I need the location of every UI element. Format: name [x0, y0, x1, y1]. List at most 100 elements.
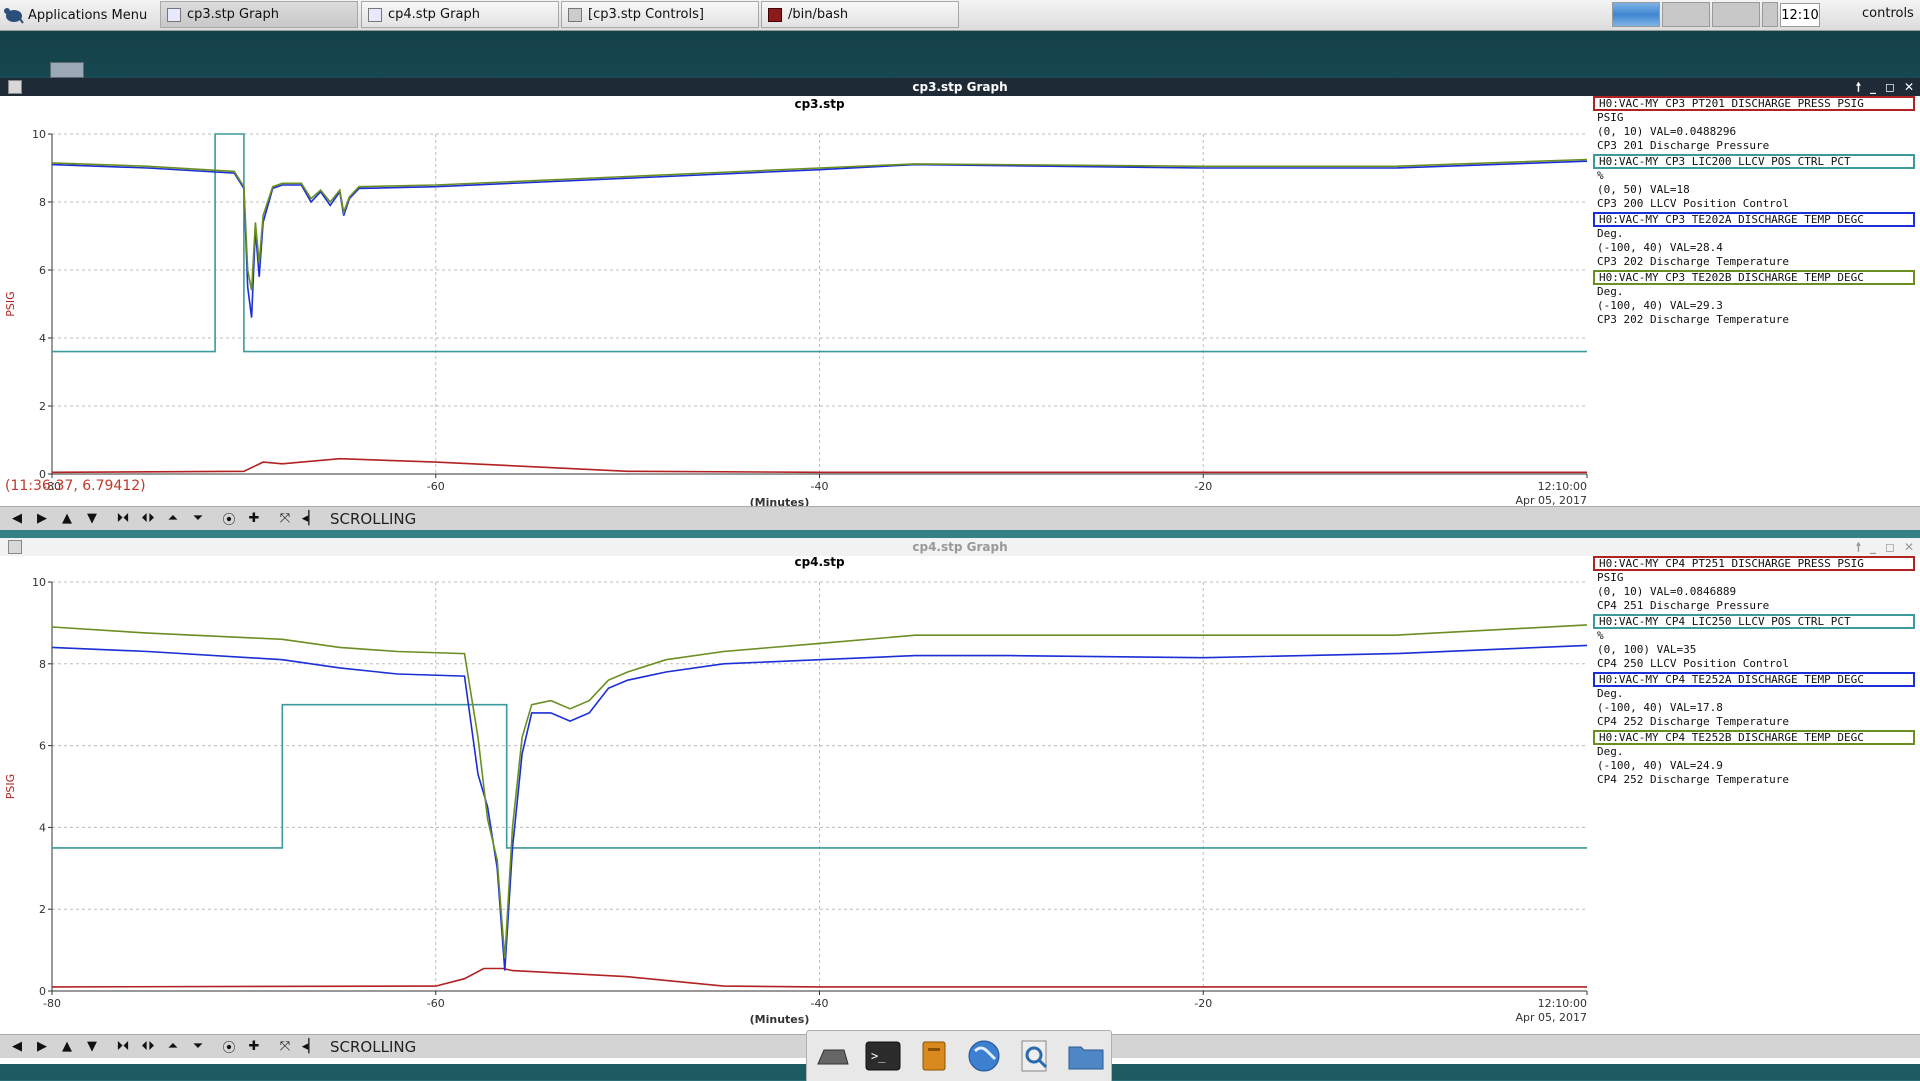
legend-unit: PSIG	[1597, 571, 1624, 584]
task-label: cp4.stp Graph	[388, 7, 480, 22]
web-browser-icon[interactable]	[964, 1036, 1004, 1076]
window-shade-icon[interactable]: 🠕	[1856, 538, 1861, 556]
plot-area[interactable]: cp4.stp 0 2 4 6 8 10 -80 -60 -40 -20 12:10:00 Apr 05…	[0, 555, 1920, 1040]
desktop-folder-icon[interactable]	[50, 62, 84, 78]
arrow-up-icon[interactable]: ▲	[56, 1037, 78, 1057]
zoom-x-out-icon[interactable]: ⏴⏵	[137, 1037, 159, 1057]
record-icon[interactable]: ⦿	[218, 509, 240, 529]
workspace-2[interactable]	[1662, 2, 1710, 27]
y-tick-label: 10	[32, 128, 46, 141]
legend-unit: %	[1597, 629, 1604, 642]
arrow-up-icon[interactable]: ▲	[56, 509, 78, 529]
legend-unit: Deg.	[1597, 687, 1624, 700]
window-title: cp4.stp Graph	[912, 540, 1008, 554]
window-minimize-icon[interactable]: _	[1870, 538, 1876, 556]
cursor-readout: (11:36:37, 6.79412)	[5, 478, 146, 494]
zoom-x-in-icon[interactable]: ⏵⏴	[112, 1037, 134, 1057]
workspace-1[interactable]	[1612, 2, 1660, 27]
plot-title: cp3.stp	[794, 97, 844, 111]
search-icon[interactable]	[1015, 1036, 1055, 1076]
window-shade-icon[interactable]: 🠕	[1856, 78, 1861, 96]
crosshair-icon[interactable]: ✚	[243, 1037, 265, 1057]
legend-tag-2[interactable]: H0:VAC-MY_CP4_TE252A_DISCHARGE_TEMP_DEGC	[1593, 672, 1915, 687]
controls-window-icon	[568, 7, 582, 22]
task-bin-bash[interactable]: /bin/bash	[761, 1, 959, 28]
legend-tag-0[interactable]: H0:VAC-MY_CP4_PT251_DISCHARGE_PRESS_PSIG	[1593, 556, 1915, 571]
graph-window-icon	[368, 7, 382, 22]
legend-tag-0[interactable]: H0:VAC-MY_CP3_PT201_DISCHARGE_PRESS_PSIG	[1593, 96, 1915, 111]
legend-description: CP4 251 Discharge Pressure	[1597, 599, 1770, 612]
legend-description: CP3 202 Discharge Temperature	[1597, 255, 1790, 268]
window-maximize-icon[interactable]: ◻	[1885, 78, 1895, 96]
autoscale-icon[interactable]: ⤧	[274, 1037, 296, 1057]
window-titlebar[interactable]: cp3.stp Graph 🠕 _ ◻ ✕	[0, 78, 1920, 96]
task-cp4-graph[interactable]: cp4.stp Graph	[361, 1, 559, 28]
show-desktop-icon[interactable]	[812, 1036, 852, 1076]
y-tick-label: 4	[39, 332, 46, 345]
terminal-icon[interactable]: >_	[863, 1036, 903, 1076]
arrow-right-icon[interactable]: ▶	[31, 1037, 53, 1057]
window-menu-icon[interactable]	[8, 540, 22, 554]
task-label: /bin/bash	[788, 7, 849, 22]
date-label: Apr 05, 2017	[1515, 1011, 1587, 1024]
legend-description: CP3 202 Discharge Temperature	[1597, 313, 1790, 326]
arrow-down-icon[interactable]: ▼	[81, 509, 103, 529]
window-maximize-icon[interactable]: ◻	[1885, 538, 1895, 556]
legend-tag-3[interactable]: H0:VAC-MY_CP3_TE202B_DISCHARGE_TEMP_DEGC	[1593, 270, 1915, 285]
graph-window-icon	[167, 7, 181, 22]
legend-unit: Deg.	[1597, 285, 1624, 298]
plot-area[interactable]: cp3.stp 0 2 4 6 8 10 -80 -60 -40 -20 12:10:00 Apr 05…	[0, 96, 1920, 509]
applications-menu-label: Applications Menu	[28, 7, 148, 23]
zoom-y-in-icon[interactable]: ⏶	[162, 1037, 184, 1057]
file-manager-icon[interactable]	[914, 1036, 954, 1076]
task-cp3-graph[interactable]: cp3.stp Graph	[160, 1, 358, 28]
legend-range: (-100, 40) VAL=29.3	[1597, 299, 1723, 312]
legend-unit: PSIG	[1597, 111, 1624, 124]
workspace-3[interactable]	[1712, 2, 1760, 27]
legend-tag-1[interactable]: H0:VAC-MY_CP4_LIC250_LLCV_POS_CTRL_PCT	[1593, 614, 1915, 629]
autoscale-icon[interactable]: ⤧	[274, 509, 296, 529]
x-tick-label: 12:10:00	[1538, 997, 1587, 1010]
bottom-dock: >_	[806, 1030, 1112, 1081]
window-titlebar[interactable]: cp4.stp Graph 🠕 _ ◻ ✕	[0, 538, 1920, 556]
y-tick-label: 6	[39, 264, 46, 277]
x-axis-label: (Minutes)	[750, 1013, 810, 1026]
zoom-y-out-icon[interactable]: ⏷	[187, 1037, 209, 1057]
zoom-x-in-icon[interactable]: ⏵⏴	[112, 509, 134, 529]
window-close-icon[interactable]: ✕	[1904, 78, 1914, 96]
legend-description: CP4 252 Discharge Temperature	[1597, 715, 1790, 728]
x-tick-label: -20	[1194, 480, 1212, 493]
applications-menu-button[interactable]: Applications Menu	[2, 3, 153, 27]
window-close-icon[interactable]: ✕	[1904, 538, 1914, 556]
folder-icon[interactable]	[1066, 1036, 1106, 1076]
stripchart-cp4[interactable]: cp4.stp0246810-80 -60 -40 -20 12:10:00Apr 05…	[0, 555, 1590, 1040]
task-label: [cp3.stp Controls]	[588, 7, 704, 22]
arrow-left-icon[interactable]: ◀	[6, 1037, 28, 1057]
window-minimize-icon[interactable]: _	[1870, 78, 1876, 96]
window-menu-icon[interactable]	[8, 80, 22, 94]
back-icon[interactable]: ◂▏	[299, 509, 321, 529]
task-cp3-controls[interactable]: [cp3.stp Controls]	[561, 1, 759, 28]
panel-username[interactable]: controls	[1862, 6, 1914, 21]
panel-clock[interactable]: 12:10	[1780, 3, 1820, 27]
y-tick-label: 8	[39, 658, 46, 671]
y-tick-label: 2	[39, 903, 46, 916]
x-tick-label: 12:10:00	[1538, 480, 1587, 493]
arrow-left-icon[interactable]: ◀	[6, 509, 28, 529]
legend-tag-1[interactable]: H0:VAC-MY_CP3_LIC200_LLCV_POS_CTRL_PCT	[1593, 154, 1915, 169]
arrow-right-icon[interactable]: ▶	[31, 509, 53, 529]
back-icon[interactable]: ◂▏	[299, 1037, 321, 1057]
legend-range: (-100, 40) VAL=28.4	[1597, 241, 1723, 254]
legend-tag-3[interactable]: H0:VAC-MY_CP4_TE252B_DISCHARGE_TEMP_DEGC	[1593, 730, 1915, 745]
legend-description: CP3 201 Discharge Pressure	[1597, 139, 1770, 152]
crosshair-icon[interactable]: ✚	[243, 509, 265, 529]
zoom-y-out-icon[interactable]: ⏷	[187, 509, 209, 529]
legend-tag-2[interactable]: H0:VAC-MY_CP3_TE202A_DISCHARGE_TEMP_DEGC	[1593, 212, 1915, 227]
zoom-x-out-icon[interactable]: ⏴⏵	[137, 509, 159, 529]
arrow-down-icon[interactable]: ▼	[81, 1037, 103, 1057]
workspace-4[interactable]	[1762, 2, 1778, 27]
zoom-y-in-icon[interactable]: ⏶	[162, 509, 184, 529]
y-tick-label: 8	[39, 196, 46, 209]
stripchart-cp3[interactable]: cp3.stp0246810-80 -60 -40 -20 12:10:00Apr 05…	[0, 96, 1590, 509]
record-icon[interactable]: ⦿	[218, 1037, 240, 1057]
